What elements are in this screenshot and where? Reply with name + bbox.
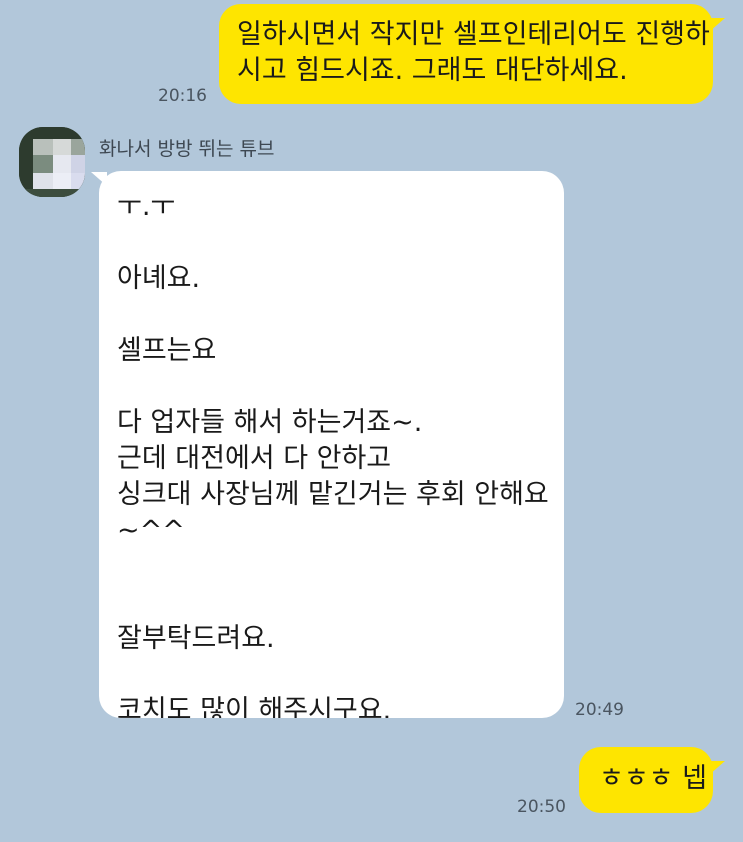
message-line <box>117 549 546 585</box>
my-message-bubble[interactable]: ㅎㅎㅎ 넵 <box>579 747 713 813</box>
message-line: ~^^ <box>117 515 185 546</box>
bubble-tail <box>709 761 725 775</box>
message-time: 20:50 <box>517 797 566 817</box>
avatar-pixel <box>71 139 85 155</box>
message-line: 아녜요. <box>117 263 201 294</box>
message-time: 20:16 <box>158 86 207 106</box>
avatar-pixel <box>53 173 71 189</box>
message-line: 잘부탁드려요. <box>117 623 275 654</box>
profile-avatar[interactable] <box>19 127 85 197</box>
avatar-pixel <box>71 173 85 189</box>
message-line: 근데 대전에서 다 안하고 <box>117 443 392 474</box>
avatar-pixel <box>33 155 53 173</box>
bubble-tail <box>91 172 107 186</box>
message-line <box>117 657 546 693</box>
their-message-bubble[interactable]: ㅜ.ㅜ 아녜요. 셀프는요 다 업자들 해서 하는거죠~. 근데 대전에서 다 … <box>99 171 564 718</box>
message-line <box>117 369 546 405</box>
avatar-pixel <box>19 189 85 197</box>
message-line <box>117 585 546 621</box>
my-message-bubble[interactable]: 일하시면서 작지만 셀프인테리어도 진행하 시고 힘드시죠. 그래도 대단하세요… <box>219 4 713 104</box>
message-line: 다 업자들 해서 하는거죠~. <box>117 407 423 438</box>
message-line: 셀프는요 <box>117 335 217 366</box>
message-line: 싱크대 사장님께 맡긴거는 후회 안해요 <box>117 479 549 510</box>
message-time: 20:49 <box>575 700 624 720</box>
message-line: ㅎㅎㅎ 넵 <box>599 763 707 794</box>
sender-name: 화나서 방방 뛰는 튜브 <box>99 138 275 160</box>
message-line <box>117 225 546 261</box>
bubble-tail <box>709 18 725 32</box>
avatar-pixel <box>71 155 85 173</box>
message-line: 일하시면서 작지만 셀프인테리어도 진행하 <box>237 19 710 50</box>
avatar-pixel <box>53 139 71 155</box>
avatar-pixel <box>33 173 53 189</box>
avatar-pixel <box>33 139 53 155</box>
chat-area[interactable]: 일하시면서 작지만 셀프인테리어도 진행하 시고 힘드시죠. 그래도 대단하세요… <box>0 0 743 842</box>
message-line: ㅜ.ㅜ <box>117 191 176 222</box>
message-line: 코치도 많이 해주시구요. <box>117 695 392 718</box>
message-line: 시고 힘드시죠. 그래도 대단하세요. <box>237 55 628 86</box>
avatar-pixel <box>53 155 71 173</box>
message-line <box>117 297 546 333</box>
